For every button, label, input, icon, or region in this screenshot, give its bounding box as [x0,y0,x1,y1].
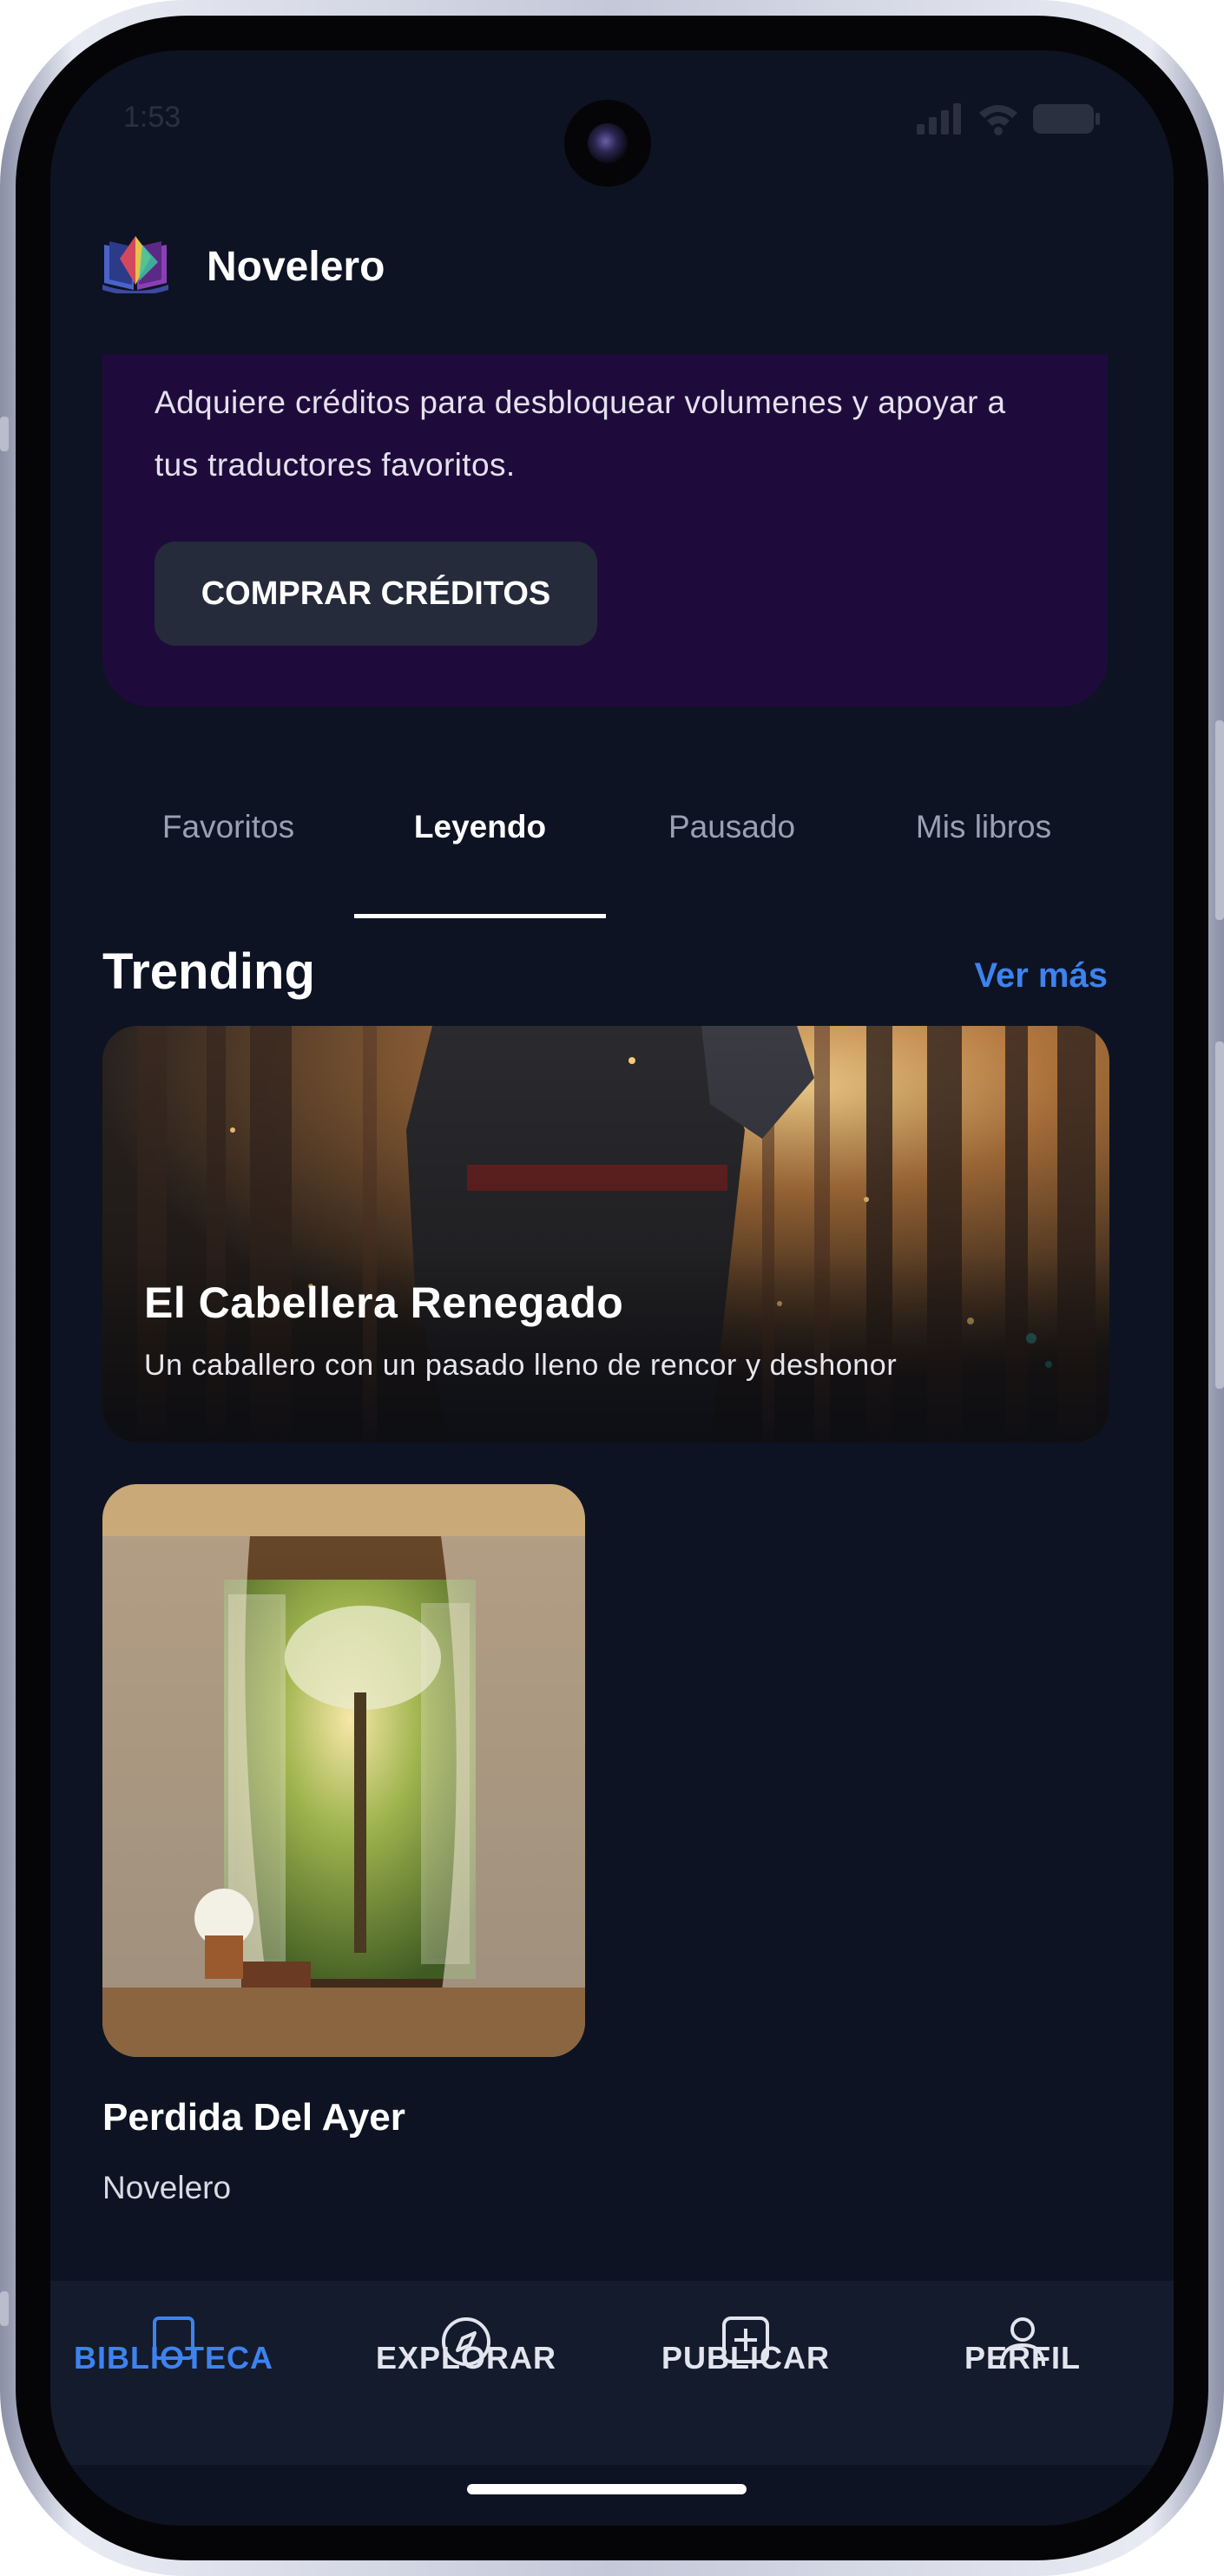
front-camera [564,100,651,187]
signal-icon [917,103,961,135]
tab-label: Favoritos [161,809,295,844]
app-logo-icon [102,236,168,293]
tab-pausado[interactable]: Pausado [606,788,858,918]
tab-label: Mis libros [915,809,1052,844]
tab-favoritos[interactable]: Favoritos [102,788,354,918]
app-title: Novelero [207,244,385,290]
library-tabs: Favoritos Leyendo Pausado Mis libros [102,788,1108,918]
active-tab-indicator [354,914,606,918]
status-time: 1:53 [123,101,181,134]
home-indicator[interactable] [467,2484,747,2494]
bottom-navigation: BIBLIOTECA EXPLORAR PUBLICAR PERFIL [50,2281,1174,2465]
nav-perfil[interactable]: PERFIL [901,2281,1144,2465]
nav-label: PERFIL [964,2340,1081,2376]
see-more-link[interactable]: Ver más [975,956,1108,996]
promo-text: Adquiere créditos para desbloquear volum… [155,384,1006,483]
nav-explorar[interactable]: EXPLORAR [345,2281,588,2465]
action-button [0,417,9,451]
power-button [1215,720,1224,920]
battery-icon [1033,104,1100,134]
credits-promo-card: Adquiere créditos para desbloquear volum… [102,354,1108,706]
tab-label: Pausado [668,809,796,844]
volume-button [1215,1042,1224,1389]
book-author: Novelero [102,2170,232,2205]
book-cover[interactable] [102,1484,585,2057]
book-title: Perdida Del Ayer [102,2096,405,2139]
tab-label: Leyendo [413,809,547,844]
featured-subtitle: Un caballero con un pasado lleno de renc… [144,1349,898,1382]
volume-up-button [0,2291,9,2326]
nav-biblioteca[interactable]: BIBLIOTECA [52,2281,295,2465]
featured-book-card[interactable]: El Cabellera Renegado Un caballero con u… [102,1026,1109,1442]
nav-label: PUBLICAR [661,2340,830,2376]
tab-leyendo[interactable]: Leyendo [354,788,606,918]
wifi-icon [979,105,1017,135]
featured-title: El Cabellera Renegado [144,1278,624,1327]
book-cover-image [102,1484,585,2057]
nav-label: BIBLIOTECA [74,2340,273,2376]
buy-credits-button[interactable]: COMPRAR CRÉDITOS [155,542,597,646]
status-icons [917,102,1101,135]
nav-label: EXPLORAR [375,2340,557,2376]
nav-publicar[interactable]: PUBLICAR [624,2281,867,2465]
section-title: Trending [102,943,315,1000]
app-screen: 1:53 Novelero Adquiere créditos para des… [50,50,1174,2526]
tab-mis-libros[interactable]: Mis libros [858,788,1109,918]
